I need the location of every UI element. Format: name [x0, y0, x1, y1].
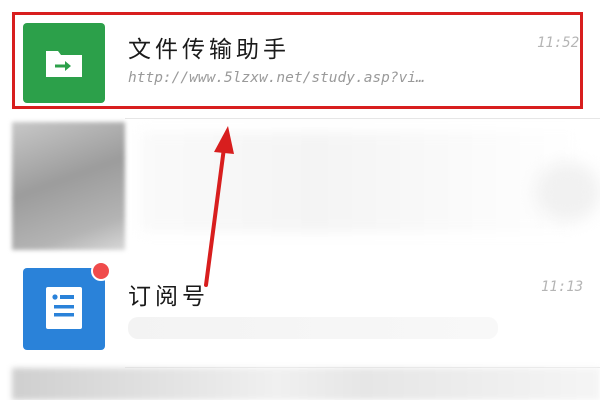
- blurred-avatar: [12, 122, 125, 250]
- blurred-time: [535, 162, 600, 222]
- subscriptions-avatar: [23, 268, 105, 350]
- chat-row-blurred[interactable]: [0, 368, 600, 400]
- document-icon: [46, 287, 82, 329]
- highlight-box: [12, 12, 583, 109]
- chat-title: 订阅号: [128, 284, 209, 310]
- row-divider: [125, 118, 600, 119]
- chat-row-blurred[interactable]: [0, 122, 600, 250]
- chat-time: 11:13: [541, 279, 584, 295]
- blurred-preview: [128, 317, 498, 339]
- blurred-content: [12, 368, 600, 400]
- unread-badge: [91, 261, 111, 281]
- blurred-content: [140, 132, 580, 232]
- chat-row-subscriptions[interactable]: 订阅号 11:13: [0, 255, 600, 365]
